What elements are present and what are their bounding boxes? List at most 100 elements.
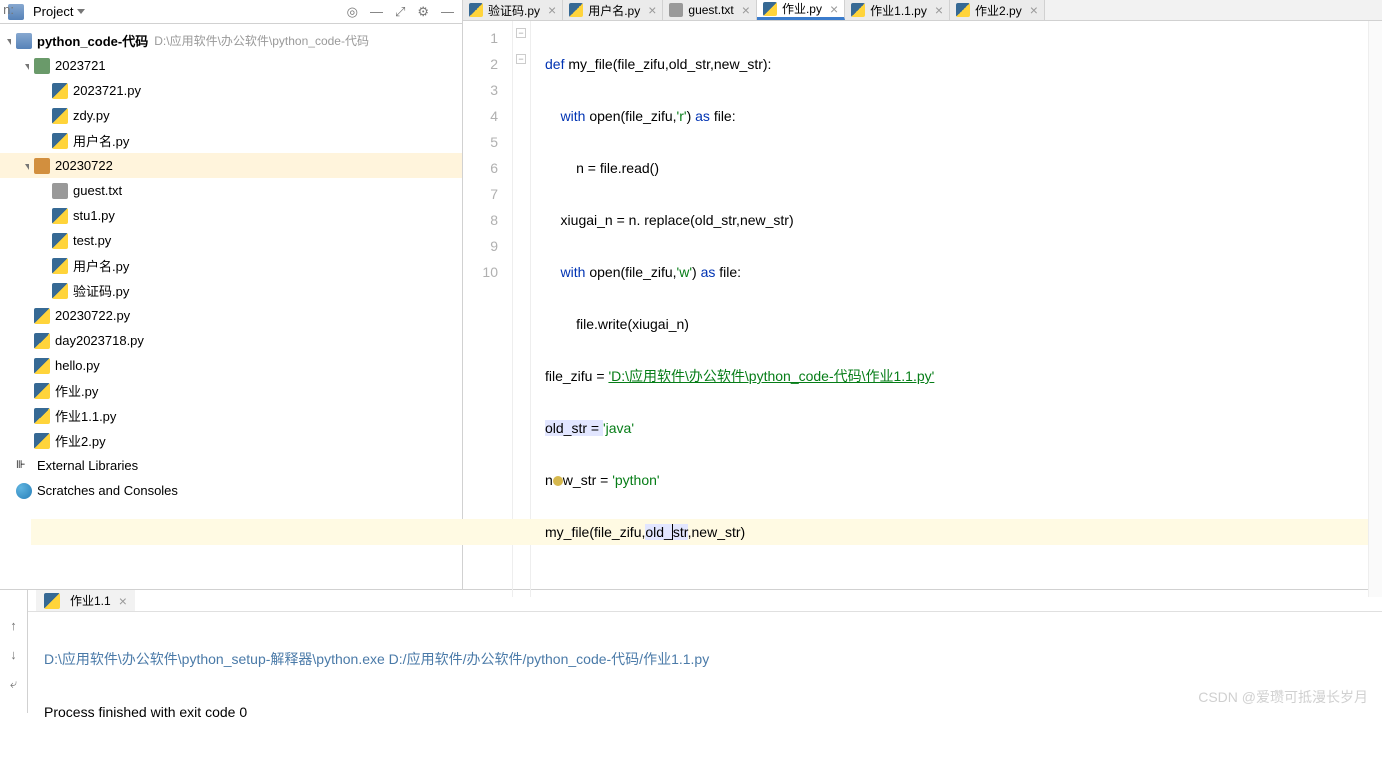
hide-icon[interactable]: —	[441, 4, 454, 19]
tree-row[interactable]: 2023721	[0, 53, 462, 78]
expand-arrow[interactable]	[40, 261, 50, 271]
line-number: 4	[463, 103, 498, 129]
tree-row[interactable]: Scratches and Consoles	[0, 478, 462, 503]
py-icon	[34, 308, 50, 324]
expand-arrow[interactable]	[4, 461, 14, 471]
run-tool-window: n: ↑ ↓ ⤶ 作业1.1 × D:\应用软件\办公软件\python_set…	[0, 589, 1382, 713]
project-tree[interactable]: python_code-代码D:\应用软件\办公软件\python_code-代…	[0, 24, 462, 589]
code-text: xiugai_n = n. replace(old_str,new_str)	[545, 212, 794, 228]
expand-arrow[interactable]	[40, 186, 50, 196]
run-label: n:	[0, 2, 14, 17]
expand-arrow[interactable]	[4, 486, 14, 496]
tree-row[interactable]: 用户名.py	[0, 253, 462, 278]
expand-arrow[interactable]	[40, 136, 50, 146]
tab-label: guest.txt	[688, 3, 733, 17]
code-text: n	[545, 472, 553, 488]
run-tab[interactable]: 作业1.1 ×	[36, 590, 135, 611]
tree-item-label: 20230722	[55, 158, 113, 173]
tree-row[interactable]: 用户名.py	[0, 128, 462, 153]
tree-item-label: 作业1.1.py	[55, 406, 116, 425]
code-content[interactable]: def my_file(file_zifu,old_str,new_str): …	[531, 21, 1368, 597]
expand-arrow[interactable]	[40, 236, 50, 246]
tree-row[interactable]: 作业2.py	[0, 428, 462, 453]
editor-tab[interactable]: 用户名.py×	[563, 0, 663, 20]
expand-arrow[interactable]	[4, 36, 14, 46]
builtin: open	[589, 264, 620, 280]
editor-tab[interactable]: 作业2.py×	[950, 0, 1045, 20]
up-icon[interactable]: ↑	[10, 618, 17, 633]
expand-arrow[interactable]	[22, 61, 32, 71]
tree-row[interactable]: day2023718.py	[0, 328, 462, 353]
close-icon[interactable]: ×	[119, 593, 127, 609]
editor-tab[interactable]: 验证码.py ×	[463, 0, 563, 20]
expand-arrow[interactable]	[22, 161, 32, 171]
error-stripe	[1368, 21, 1382, 597]
gutter: 12345678910	[463, 21, 513, 597]
console-line: Process finished with exit code 0	[44, 704, 247, 720]
tree-row[interactable]: stu1.py	[0, 203, 462, 228]
expand-arrow[interactable]	[22, 411, 32, 421]
close-icon[interactable]: ×	[548, 2, 556, 18]
minus-icon[interactable]: —	[370, 4, 383, 19]
close-icon[interactable]: ×	[648, 2, 656, 18]
close-icon[interactable]: ×	[935, 2, 943, 18]
python-icon	[44, 593, 60, 609]
tree-item-label: python_code-代码	[37, 31, 148, 50]
fold-icon[interactable]: −	[516, 28, 526, 38]
console-output[interactable]: D:\应用软件\办公软件\python_setup-解释器\python.exe…	[28, 612, 1382, 760]
keyword: with	[545, 264, 589, 280]
bulb-icon[interactable]	[553, 476, 563, 486]
tree-item-label: zdy.py	[73, 108, 110, 123]
tree-row[interactable]: ⊪External Libraries	[0, 453, 462, 478]
tree-row[interactable]: 2023721.py	[0, 78, 462, 103]
py-icon	[34, 383, 50, 399]
tree-row[interactable]: guest.txt	[0, 178, 462, 203]
tree-row[interactable]: 作业1.1.py	[0, 403, 462, 428]
project-title[interactable]: Project	[8, 4, 85, 20]
editor-area: 验证码.py×用户名.py×guest.txt×作业.py×作业1.1.py×作…	[463, 0, 1382, 589]
project-header-label: Project	[33, 4, 73, 19]
expand-arrow[interactable]	[22, 436, 32, 446]
expand-arrow[interactable]	[40, 286, 50, 296]
expand-icon[interactable]: ⤢	[395, 4, 405, 20]
tree-item-label: External Libraries	[37, 458, 138, 473]
keyword: as	[701, 264, 720, 280]
wrap-icon[interactable]: ⤶	[10, 676, 17, 692]
expand-arrow[interactable]	[22, 311, 32, 321]
tree-row[interactable]: 验证码.py	[0, 278, 462, 303]
editor-tab[interactable]: guest.txt ×	[663, 0, 757, 20]
close-icon[interactable]: ×	[830, 1, 838, 17]
tree-row[interactable]: hello.py	[0, 353, 462, 378]
tree-item-label: guest.txt	[73, 183, 122, 198]
tree-row[interactable]: zdy.py	[0, 103, 462, 128]
expand-arrow[interactable]	[22, 336, 32, 346]
tree-row[interactable]: 作业.py	[0, 378, 462, 403]
expand-arrow[interactable]	[40, 86, 50, 96]
line-number: 1	[463, 25, 498, 51]
string: 'python'	[612, 472, 659, 488]
py-icon	[34, 358, 50, 374]
expand-arrow[interactable]	[22, 361, 32, 371]
close-icon[interactable]: ×	[742, 2, 750, 18]
gear-icon[interactable]: ⚙	[417, 4, 429, 20]
down-icon[interactable]: ↓	[10, 647, 17, 662]
code-area[interactable]: 12345678910 − − def my_file(file_zifu,ol…	[463, 21, 1382, 597]
tree-row[interactable]: 20230722	[0, 153, 462, 178]
txt-file-icon	[669, 3, 683, 17]
editor-tab[interactable]: 作业.py×	[757, 0, 845, 20]
console-line: D:\应用软件\办公软件\python_setup-解释器\python.exe…	[44, 651, 709, 667]
expand-arrow[interactable]	[40, 111, 50, 121]
editor-tab[interactable]: 作业1.1.py ×	[845, 0, 950, 20]
expand-arrow[interactable]	[22, 386, 32, 396]
code-text: w_str =	[563, 472, 612, 488]
tab-label: 作业1.1.py	[870, 2, 927, 19]
tree-row[interactable]: test.py	[0, 228, 462, 253]
code-text: file_zifu =	[545, 368, 608, 384]
expand-arrow[interactable]	[40, 211, 50, 221]
fold-icon[interactable]: −	[516, 54, 526, 64]
tab-label: 验证码.py	[488, 2, 540, 19]
tree-row[interactable]: python_code-代码D:\应用软件\办公软件\python_code-代…	[0, 28, 462, 53]
target-icon[interactable]: ◎	[347, 4, 358, 20]
close-icon[interactable]: ×	[1030, 2, 1038, 18]
tree-row[interactable]: 20230722.py	[0, 303, 462, 328]
